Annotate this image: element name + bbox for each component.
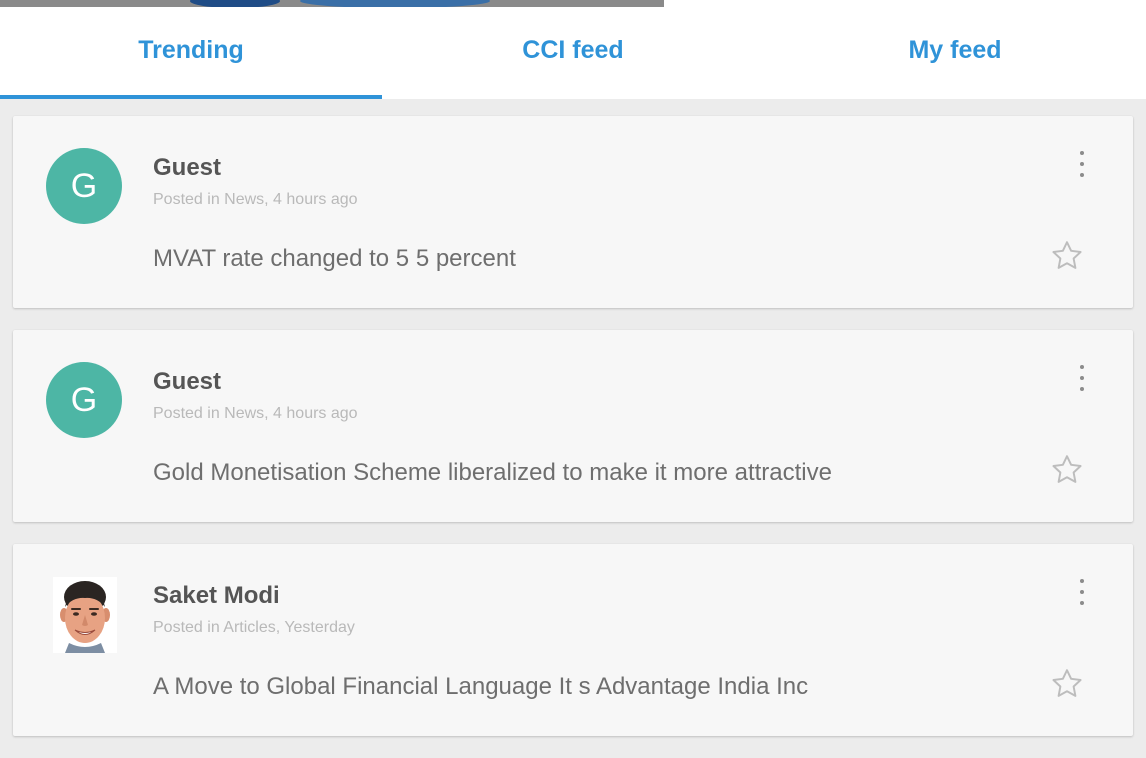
post-card[interactable]: G Guest Posted in News, 4 hours ago Gold… [13,330,1133,522]
avatar-letter: G [70,166,98,205]
more-vert-icon[interactable] [1069,576,1095,608]
menu-dot [1080,387,1084,391]
tab-trending[interactable]: Trending [0,7,382,99]
more-vert-icon[interactable] [1069,362,1095,394]
tab-my-feed[interactable]: My feed [764,7,1146,99]
menu-dot [1080,590,1084,594]
tab-cci-feed[interactable]: CCI feed [382,7,764,99]
post-card[interactable]: G Guest Posted in News, 4 hours ago MVAT… [13,116,1133,308]
banner-shape [190,0,280,7]
menu-dot [1080,365,1084,369]
tab-label: Trending [138,35,244,64]
tab-label: CCI feed [522,35,624,64]
post-author: Guest [153,368,222,395]
post-title[interactable]: Gold Monetisation Scheme liberalized to … [153,459,832,487]
menu-dot [1080,376,1084,380]
menu-dot [1080,579,1084,583]
menu-dot [1080,162,1084,166]
post-author: Guest [153,154,222,181]
menu-dot [1080,173,1084,177]
star-outline-icon[interactable] [1049,452,1085,488]
avatar-photo[interactable] [53,577,117,653]
star-outline-icon[interactable] [1049,238,1085,274]
menu-dot [1080,151,1084,155]
header-banner-image [0,0,664,7]
avatar[interactable]: G [46,148,122,224]
menu-dot [1080,601,1084,605]
post-card[interactable]: Saket Modi Posted in Articles, Yesterday… [13,544,1133,736]
post-meta: Posted in News, 4 hours ago [153,191,358,208]
banner-shape [300,0,490,7]
header-banner-background [664,0,1146,7]
more-vert-icon[interactable] [1069,148,1095,180]
post-meta: Posted in Articles, Yesterday [153,619,355,636]
post-meta: Posted in News, 4 hours ago [153,405,358,422]
star-outline-icon[interactable] [1049,666,1085,702]
avatar-letter: G [70,380,98,419]
post-title[interactable]: MVAT rate changed to 5 5 percent [153,245,516,273]
post-title[interactable]: A Move to Global Financial Language It s… [153,673,808,701]
post-author: Saket Modi [153,582,280,609]
post-feed: G Guest Posted in News, 4 hours ago MVAT… [13,116,1133,758]
feed-tab-bar: Trending CCI feed My feed [0,7,1146,99]
avatar[interactable]: G [46,362,122,438]
tab-label: My feed [908,35,1002,64]
